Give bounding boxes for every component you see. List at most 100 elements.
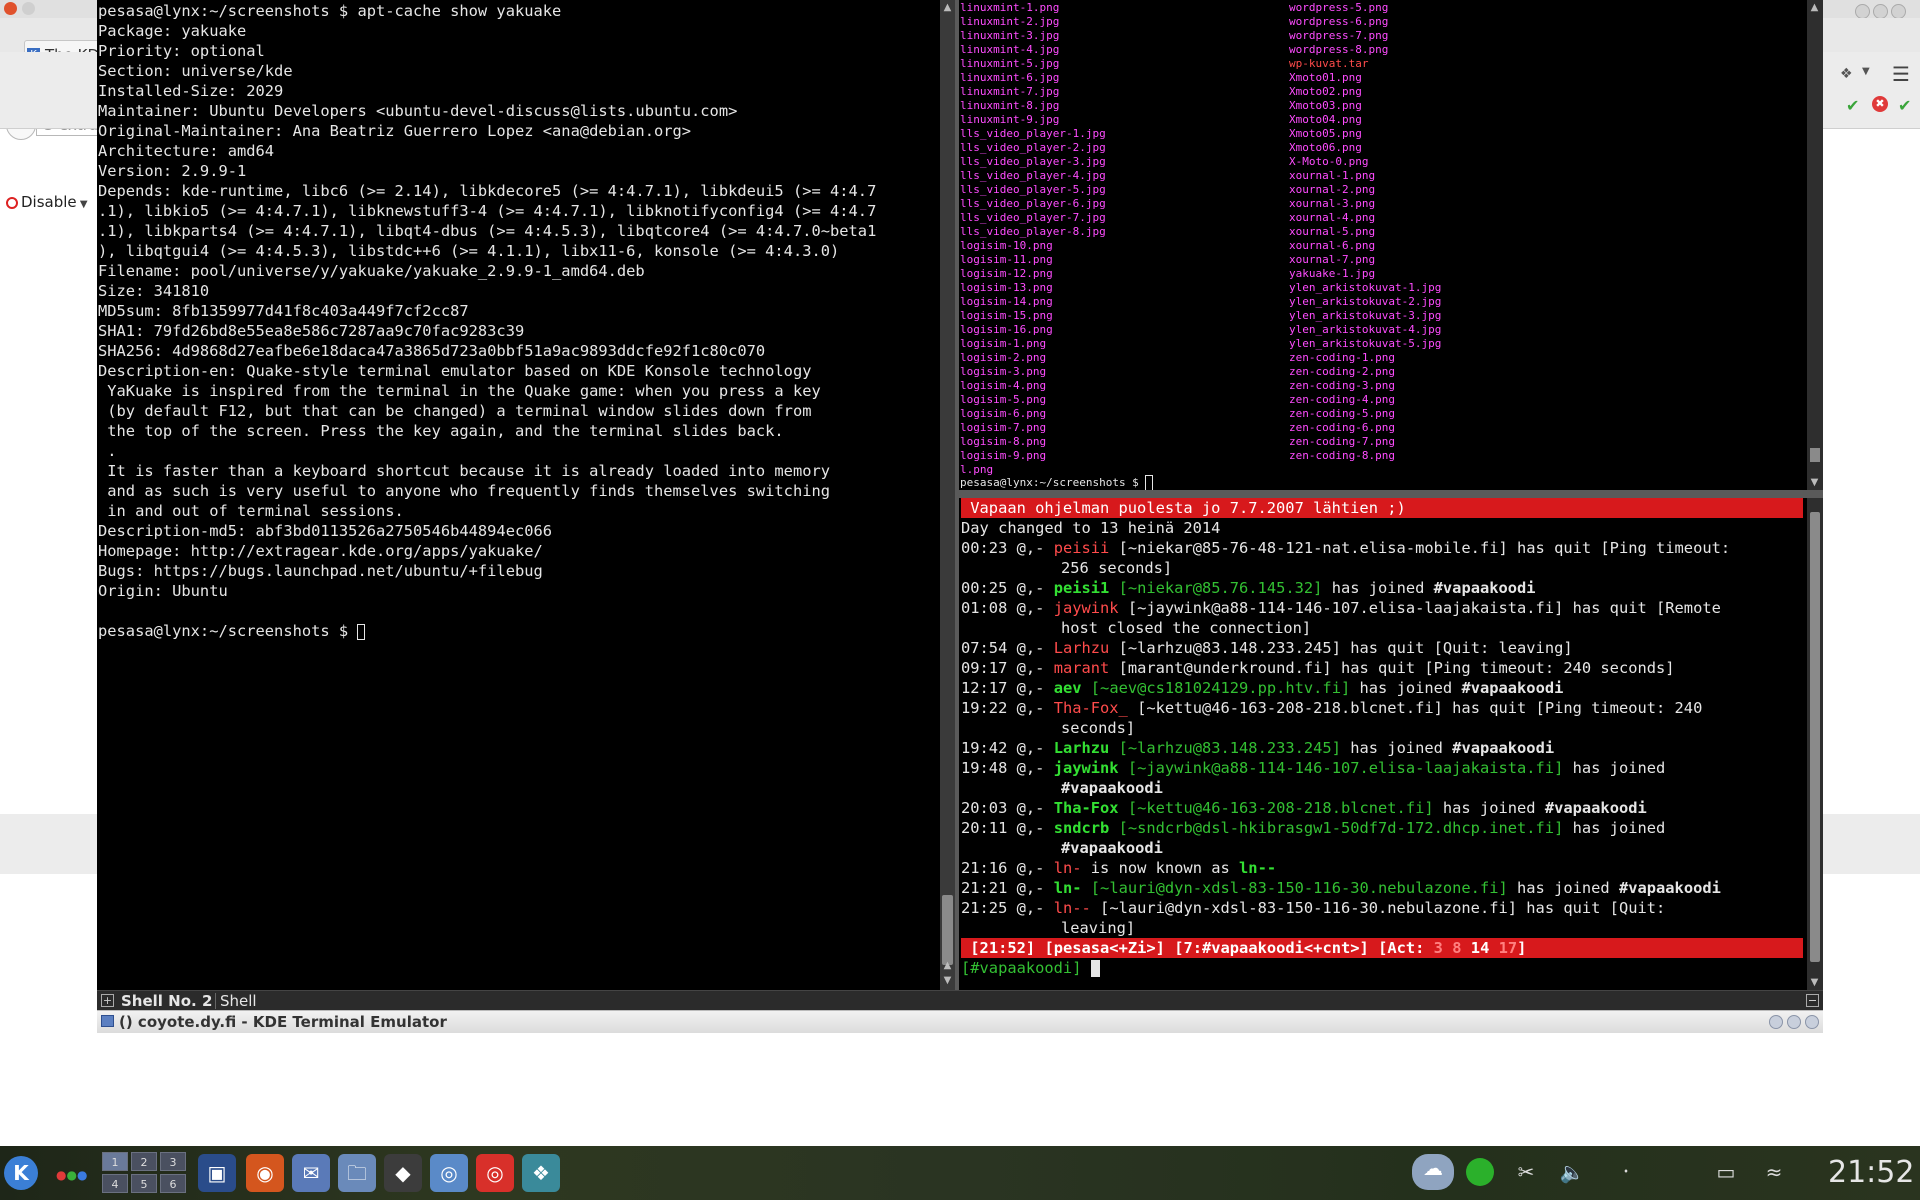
desktop-pager[interactable]: 1 2 3 4 5 6 xyxy=(102,1152,186,1194)
terminal-output-line: pesasa@lynx:~/screenshots $ xyxy=(98,622,358,640)
pager-desktop[interactable]: 1 xyxy=(102,1152,128,1171)
terminal-cursor xyxy=(357,623,366,640)
irc-host: [~jaywink@a88-114-146-107.elisa-laajakai… xyxy=(1127,599,1564,617)
irc-timestamp: 00:25 xyxy=(961,579,1008,597)
tab-shell[interactable]: Shell xyxy=(220,993,257,1009)
irc-nick: ln- xyxy=(1053,879,1082,897)
file-entry: Xmoto03.png xyxy=(1289,99,1362,112)
disable-button[interactable]: Disable ▼ xyxy=(6,189,88,215)
browser-minimize-button[interactable] xyxy=(1855,4,1870,19)
irc-prefix: @,- xyxy=(1007,859,1054,877)
file-entry: zen-coding-7.png xyxy=(1289,435,1395,448)
irc-host: [~aev@cs181024129.pp.htv.fi] xyxy=(1090,679,1351,697)
thunderbird-icon[interactable]: ✉ xyxy=(292,1154,330,1192)
cloud-sync-icon[interactable]: ☁ xyxy=(1412,1154,1454,1190)
scroll-up-arrow[interactable]: ▲ xyxy=(1807,0,1822,15)
scroll-up-arrow[interactable]: ▲ xyxy=(940,958,955,973)
irc-input-line[interactable]: [#vapaakoodi] xyxy=(961,958,1100,978)
tab-shell-2[interactable]: Shell No. 2 xyxy=(121,993,212,1009)
file-entry: yakuake-1.jpg xyxy=(1289,267,1376,280)
irc-nick: sndcrb xyxy=(1053,819,1110,837)
wifi-icon[interactable]: ≈ xyxy=(1760,1158,1788,1186)
file-manager-icon[interactable]: 🗀 xyxy=(338,1154,376,1192)
irc-message: 21:25 @,- ln-- [~lauri@dyn-xdsl-83-150-1… xyxy=(961,898,1803,918)
keep-open-button[interactable] xyxy=(1769,1015,1783,1029)
top-right-terminal-pane[interactable]: linuxmint-1.png linuxmint-2.jpg linuxmint-… xyxy=(959,0,1807,490)
top-right-scrollbar[interactable]: ▲ ▼ xyxy=(1807,0,1823,490)
scroll-down-arrow[interactable]: ▼ xyxy=(1807,475,1822,490)
file-entry: logisim-9.png xyxy=(960,449,1047,462)
file-entry: linuxmint-3.jpg xyxy=(960,29,1060,42)
left-pane-scrollbar[interactable]: ▲ ▲ ▼ xyxy=(940,0,955,990)
scrollbar-thumb[interactable] xyxy=(942,895,953,965)
browser-close-dot[interactable] xyxy=(4,2,17,15)
kde-menu-button[interactable]: K xyxy=(4,1156,38,1190)
window-title: () coyote.dy.fi - KDE Terminal Emulator xyxy=(119,1013,447,1031)
volume-icon[interactable]: 🔈 xyxy=(1558,1158,1586,1186)
pager-desktop[interactable]: 3 xyxy=(160,1152,186,1171)
browser-min-dot[interactable] xyxy=(22,2,35,15)
tab-separator xyxy=(215,993,216,1009)
menu-icon[interactable]: ☰ xyxy=(1892,62,1910,86)
irc-channel: #vapaakoodi xyxy=(1461,679,1564,697)
file-entry: logisim-13.png xyxy=(960,281,1053,294)
pager-desktop[interactable]: 6 xyxy=(160,1174,186,1193)
file-entry: linuxmint-7.jpg xyxy=(960,85,1060,98)
file-entry: xournal-1.png xyxy=(1289,169,1376,182)
pager-desktop[interactable]: 2 xyxy=(131,1152,157,1171)
irc-prefix: @,- xyxy=(1007,579,1054,597)
menu-button[interactable] xyxy=(1787,1015,1801,1029)
scrollbar-thumb[interactable] xyxy=(1810,512,1820,962)
browser-close-button[interactable] xyxy=(1891,4,1906,19)
addon-icon[interactable]: ❖ xyxy=(1840,66,1853,82)
disable-label: Disable xyxy=(21,193,77,211)
close-tab-button[interactable] xyxy=(1806,994,1819,1007)
scroll-down-arrow[interactable]: ▼ xyxy=(940,973,955,988)
firefox-icon[interactable]: ◉ xyxy=(246,1154,284,1192)
irc-host: [~lauri@dyn-xdsl-83-150-116-30.nebulazon… xyxy=(1090,879,1508,897)
file-entry: lls_video_player-5.jpg xyxy=(960,183,1106,196)
terminal-app-icon[interactable]: ❖ xyxy=(522,1154,560,1192)
show-desktop-icon[interactable]: ▣ xyxy=(198,1154,236,1192)
irc-message-continuation: host closed the connection] xyxy=(1061,619,1312,637)
yakuake-terminal-window: pesasa@lynx:~/screenshots $ apt-cache sh… xyxy=(97,0,1823,1033)
irc-client-pane[interactable]: Vapaan ohjelman puolesta jo 7.7.2007 läh… xyxy=(959,498,1807,990)
status-green-icon[interactable] xyxy=(1466,1158,1494,1186)
inkscape-icon[interactable]: ◆ xyxy=(384,1154,422,1192)
check-icon[interactable]: ✔ xyxy=(1846,96,1859,115)
irc-message: 00:23 @,- peisii [~niekar@85-76-48-121-n… xyxy=(961,538,1803,558)
terminal-output-line: Homepage: http://extragear.kde.org/apps/… xyxy=(98,542,543,560)
irc-message: 19:48 @,- jaywink [~jaywink@a88-114-146-… xyxy=(961,758,1803,778)
irc-scrollbar[interactable]: ▼ xyxy=(1807,498,1823,990)
irc-nick: Tha-Fox xyxy=(1053,799,1119,817)
file-entry: lls_video_player-2.jpg xyxy=(960,141,1106,154)
browser-maximize-button[interactable] xyxy=(1873,4,1888,19)
new-tab-button[interactable]: + xyxy=(101,994,114,1007)
terminal-output-line: Architecture: amd64 xyxy=(98,142,275,160)
activities-icon[interactable]: ●●● xyxy=(56,1168,87,1182)
irc-host: [~niekar@85-76-48-121-nat.elisa-mobile.f… xyxy=(1118,539,1508,557)
file-entry: lls_video_player-3.jpg xyxy=(960,155,1106,168)
left-terminal-pane[interactable]: pesasa@lynx:~/screenshots $ apt-cache sh… xyxy=(97,0,940,990)
file-entry: logisim-11.png xyxy=(960,253,1053,266)
irc-prefix: @,- xyxy=(1007,659,1054,677)
file-entry: linuxmint-8.jpg xyxy=(960,99,1060,112)
quit-button[interactable] xyxy=(1805,1015,1819,1029)
scroll-up-arrow[interactable]: ▲ xyxy=(940,0,955,15)
scroll-down-arrow[interactable]: ▼ xyxy=(1807,975,1822,990)
cancel-icon[interactable]: ✖ xyxy=(1872,96,1888,112)
display-icon[interactable]: ▭ xyxy=(1712,1158,1740,1186)
file-entry: lls_video_player-8.jpg xyxy=(960,225,1106,238)
horizontal-split-handle[interactable] xyxy=(959,490,1823,498)
check-icon[interactable]: ✔ xyxy=(1898,96,1911,115)
chromium-icon[interactable]: ◎ xyxy=(430,1154,468,1192)
scissors-icon[interactable]: ✂ xyxy=(1512,1158,1540,1186)
scrollbar-thumb[interactable] xyxy=(1810,448,1820,462)
chrome-icon[interactable]: ◎ xyxy=(476,1154,514,1192)
bluetooth-icon[interactable]: ᛫ xyxy=(1612,1158,1640,1186)
clock[interactable]: 21:52 xyxy=(1828,1154,1914,1192)
pager-desktop[interactable]: 5 xyxy=(131,1174,157,1193)
chevron-down-icon[interactable]: ▼ xyxy=(1862,66,1870,77)
pager-desktop[interactable]: 4 xyxy=(102,1174,128,1193)
irc-action: has quit [Ping timeout: 240 seconds] xyxy=(1331,659,1675,677)
